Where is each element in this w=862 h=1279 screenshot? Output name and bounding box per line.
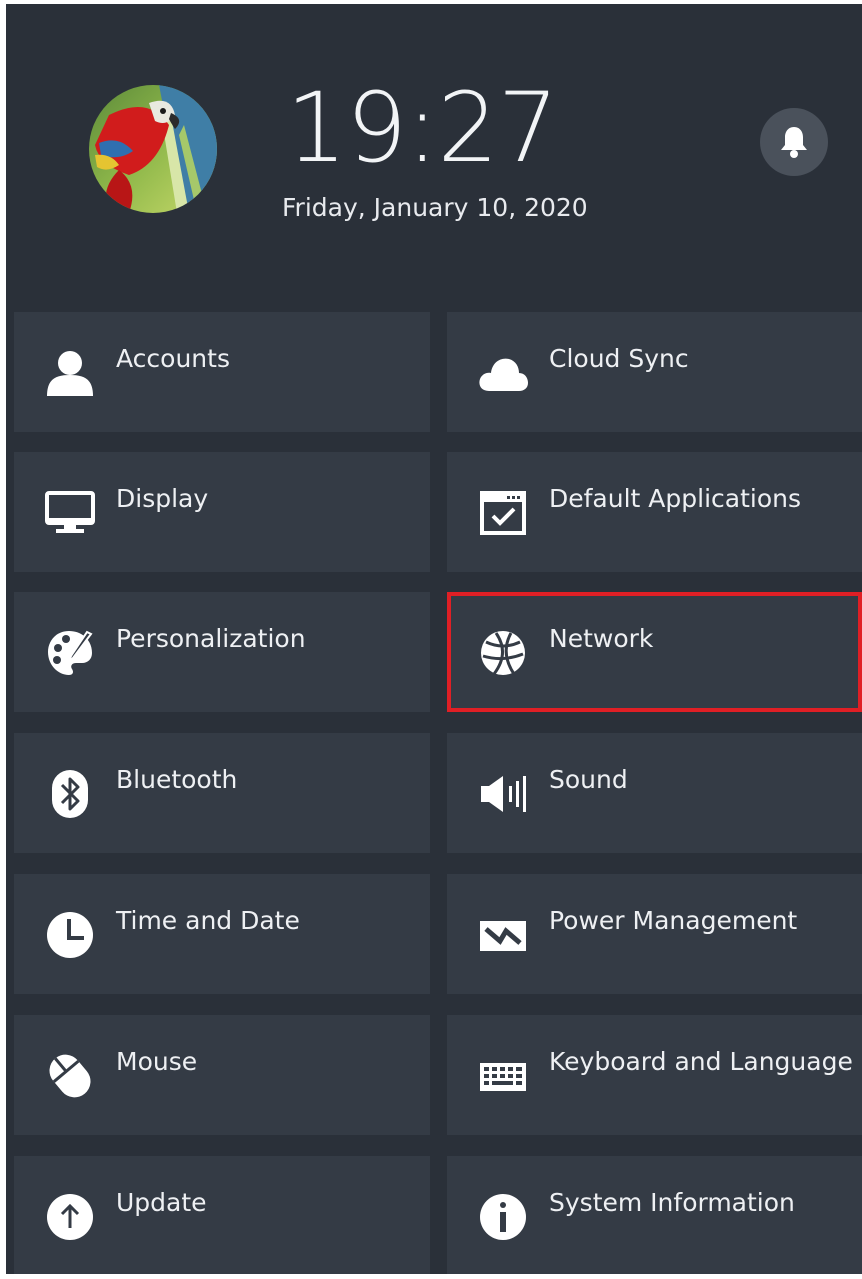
tile-label: Time and Date <box>116 906 300 935</box>
info-icon <box>477 1192 529 1242</box>
tile-system-information[interactable]: System Information <box>447 1156 862 1274</box>
tile-time-and-date[interactable]: Time and Date <box>14 874 430 994</box>
tile-default-applications[interactable]: Default Applications <box>447 452 862 572</box>
mouse-icon <box>44 1051 96 1101</box>
tile-label: Bluetooth <box>116 765 238 794</box>
tile-accounts[interactable]: Accounts <box>14 312 430 432</box>
power-icon <box>477 910 529 960</box>
globe-icon <box>477 628 529 678</box>
tile-label: Sound <box>549 765 628 794</box>
tile-keyboard-and-language[interactable]: Keyboard and Language <box>447 1015 862 1135</box>
control-center-panel: 19:27 Friday, January 10, 2020 Accounts <box>6 4 862 1274</box>
tile-network[interactable]: Network <box>447 592 862 712</box>
tile-label: Display <box>116 484 209 513</box>
tile-label: Mouse <box>116 1047 198 1076</box>
keyboard-icon <box>477 1051 529 1101</box>
bluetooth-icon <box>44 769 96 819</box>
tile-sound[interactable]: Sound <box>447 733 862 853</box>
palette-icon <box>44 628 96 678</box>
tile-label: Personalization <box>116 624 306 653</box>
monitor-icon <box>44 488 96 538</box>
tile-power-management[interactable]: Power Management <box>447 874 862 994</box>
tile-update[interactable]: Update <box>14 1156 430 1274</box>
settings-grid: Accounts Cloud Sync Display Default Appl… <box>6 4 862 1274</box>
tile-bluetooth[interactable]: Bluetooth <box>14 733 430 853</box>
tile-mouse[interactable]: Mouse <box>14 1015 430 1135</box>
tile-cloud-sync[interactable]: Cloud Sync <box>447 312 862 432</box>
tile-display[interactable]: Display <box>14 452 430 572</box>
tile-label: Cloud Sync <box>549 344 689 373</box>
user-icon <box>44 348 96 398</box>
update-icon <box>44 1192 96 1242</box>
tile-label: Update <box>116 1188 207 1217</box>
speaker-icon <box>477 769 529 819</box>
tile-label: Default Applications <box>549 484 802 513</box>
default-apps-icon <box>477 488 529 538</box>
tile-personalization[interactable]: Personalization <box>14 592 430 712</box>
tile-label: Power Management <box>549 906 798 935</box>
tile-label: Network <box>549 624 654 653</box>
clock-icon <box>44 910 96 960</box>
cloud-icon <box>477 348 529 398</box>
tile-label: Accounts <box>116 344 230 373</box>
tile-label: System Information <box>549 1188 795 1217</box>
tile-label: Keyboard and Language <box>549 1047 853 1076</box>
